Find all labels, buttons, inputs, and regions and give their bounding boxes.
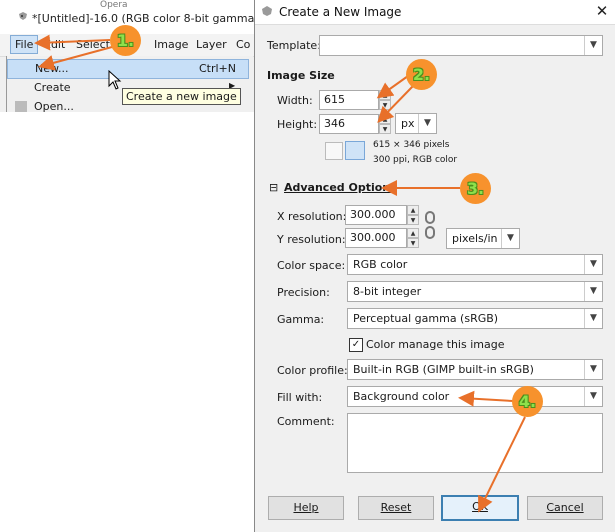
chain-link-icon[interactable] [424, 210, 436, 240]
spin-up-icon[interactable]: ▲ [407, 205, 419, 215]
width-spinner[interactable]: ▲ ▼ [379, 90, 391, 110]
color-profile-value: Built-in RGB (GIMP built-in sRGB) [353, 363, 534, 376]
width-label: Width: [277, 94, 313, 107]
gimp-window-title: *[Untitled]-16.0 (RGB color 8-bit gamma … [32, 12, 254, 25]
callout-2-text: 2. [412, 65, 431, 84]
spin-down-icon[interactable]: ▼ [379, 100, 391, 110]
menu-edit[interactable]: Edit [44, 38, 65, 51]
x-resolution-spinner[interactable]: ▲ ▼ [407, 205, 419, 225]
help-button-label: Help [293, 501, 319, 514]
gimp-window-fragment: Opera *[Untitled]-16.0 (RGB color 8-bit … [0, 0, 254, 112]
chevron-down-icon: ▼ [584, 360, 602, 379]
reset-button[interactable]: Reset [358, 496, 434, 520]
template-label: Template: [267, 39, 321, 52]
spin-down-icon[interactable]: ▼ [379, 124, 391, 134]
color-profile-label: Color profile: [277, 364, 348, 377]
tooltip: Create a new image [122, 88, 241, 105]
image-size-heading: Image Size [267, 69, 335, 82]
unit-select[interactable]: px ▼ [395, 113, 437, 134]
color-profile-select[interactable]: Built-in RGB (GIMP built-in sRGB) ▼ [347, 359, 603, 380]
spin-up-icon[interactable]: ▲ [407, 228, 419, 238]
gamma-select[interactable]: Perceptual gamma (sRGB) ▼ [347, 308, 603, 329]
menu-colors[interactable]: Co [236, 38, 250, 51]
close-icon[interactable]: ✕ [591, 2, 613, 22]
chevron-down-icon: ▼ [418, 114, 436, 133]
open-file-icon [15, 101, 27, 112]
menu-item-new-shortcut: Ctrl+N [198, 62, 236, 75]
resolution-unit-value: pixels/in [452, 232, 498, 245]
template-select[interactable]: ▼ [319, 35, 603, 56]
height-input[interactable]: 346 [319, 114, 379, 134]
x-resolution-label: X resolution: [277, 210, 347, 223]
color-manage-checkbox[interactable]: ✓ [349, 338, 363, 352]
chevron-down-icon: ▼ [584, 309, 602, 328]
chevron-down-icon: ▼ [584, 387, 602, 406]
comment-textarea[interactable] [347, 413, 603, 473]
comment-label: Comment: [277, 415, 335, 428]
menu-item-new-label: New... [35, 62, 69, 75]
menu-item-open-label: Open... [34, 100, 74, 112]
cancel-button-label: Cancel [546, 501, 584, 514]
ok-button[interactable]: OK [441, 495, 519, 521]
callout-1-text: 1. [116, 31, 135, 50]
collapse-toggle-icon[interactable]: ⊟ [269, 181, 278, 194]
color-manage-label[interactable]: Color manage this image [366, 338, 504, 351]
menu-item-new[interactable]: New... Ctrl+N [7, 59, 249, 79]
callout-4-text: 4. [518, 392, 537, 411]
menu-item-create-label: Create [34, 81, 71, 94]
callout-step-4: 4. [512, 386, 543, 417]
chevron-down-icon: ▼ [584, 255, 602, 274]
spin-down-icon[interactable]: ▼ [407, 238, 419, 248]
menu-file[interactable]: File [10, 35, 39, 54]
precision-select[interactable]: 8-bit integer ▼ [347, 281, 603, 302]
y-resolution-spinner[interactable]: ▲ ▼ [407, 228, 419, 248]
help-button[interactable]: Help [268, 496, 344, 520]
ok-button-label: OK [472, 500, 488, 513]
menu-select[interactable]: Select [76, 38, 110, 51]
fill-with-value: Background color [353, 390, 450, 403]
height-spinner[interactable]: ▲ ▼ [379, 114, 391, 134]
width-input[interactable]: 615 [319, 90, 379, 110]
color-space-select[interactable]: RGB color ▼ [347, 254, 603, 275]
resolution-unit-select[interactable]: pixels/in ▼ [446, 228, 520, 249]
fill-with-label: Fill with: [277, 391, 323, 404]
y-resolution-input[interactable]: 300.000 [345, 228, 407, 248]
menu-layer[interactable]: Layer [196, 38, 227, 51]
callout-step-2: 2. [406, 59, 437, 90]
x-resolution-input[interactable]: 300.000 [345, 205, 407, 225]
y-resolution-label: Y resolution: [277, 233, 346, 246]
precision-label: Precision: [277, 286, 330, 299]
fill-with-select[interactable]: Background color ▼ [347, 386, 603, 407]
gimp-app-icon [19, 12, 27, 20]
portrait-icon[interactable] [325, 142, 343, 160]
image-resolution-info: 300 ppi, RGB color [373, 155, 458, 165]
callout-step-1: 1. [110, 25, 141, 56]
chevron-down-icon: ▼ [501, 229, 519, 248]
image-size-pixels-info: 615 × 346 pixels [373, 140, 450, 150]
callout-step-3: 3. [460, 173, 491, 204]
gamma-value: Perceptual gamma (sRGB) [353, 312, 499, 325]
landscape-icon[interactable] [345, 141, 365, 160]
chevron-down-icon: ▼ [584, 36, 602, 55]
callout-3-text: 3. [466, 179, 485, 198]
menu-image[interactable]: Image [154, 38, 188, 51]
spin-up-icon[interactable]: ▲ [379, 90, 391, 100]
taskbar-tab-label: Opera [100, 0, 128, 10]
dialog-title: Create a New Image [279, 5, 402, 19]
spin-up-icon[interactable]: ▲ [379, 114, 391, 124]
advanced-options-heading[interactable]: Advanced Options [284, 181, 397, 194]
chevron-down-icon: ▼ [584, 282, 602, 301]
precision-value: 8-bit integer [353, 285, 422, 298]
reset-button-label: Reset [380, 501, 412, 514]
color-space-label: Color space: [277, 259, 346, 272]
unit-value: px [401, 117, 415, 130]
color-space-value: RGB color [353, 258, 408, 271]
mouse-cursor-icon [108, 70, 122, 90]
gamma-label: Gamma: [277, 313, 325, 326]
spin-down-icon[interactable]: ▼ [407, 215, 419, 225]
dialog-titlebar: Create a New Image ✕ [255, 0, 615, 25]
gimp-app-icon [262, 6, 272, 16]
cancel-button[interactable]: Cancel [527, 496, 603, 520]
height-label: Height: [277, 118, 318, 131]
